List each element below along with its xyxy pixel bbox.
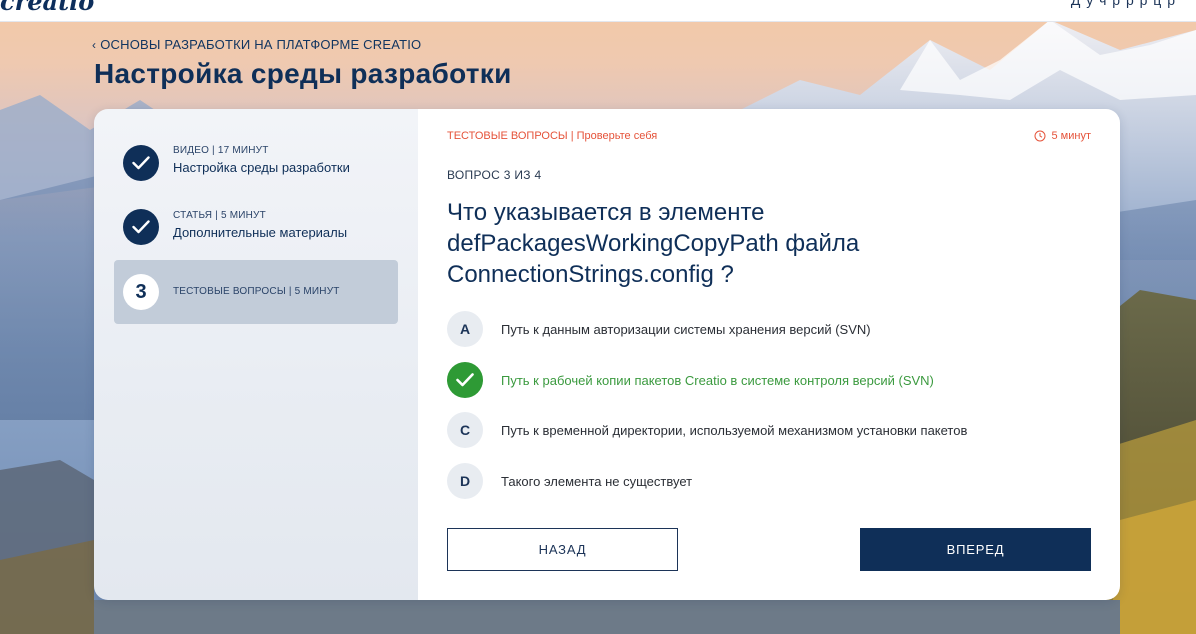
answer-letter: C (447, 412, 483, 448)
sidebar-step-quiz[interactable]: 3 ТЕСТОВЫЕ ВОПРОСЫ | 5 МИНУТ (114, 260, 398, 324)
chevron-left-icon: ‹ (92, 37, 97, 52)
quiz-section-tag: ТЕСТОВЫЕ ВОПРОСЫ (447, 130, 568, 142)
step-complete-badge (123, 145, 159, 181)
top-header: creatio Д у ч р р р ц р (0, 0, 1196, 22)
step-kind: ВИДЕО | 17 МИНУТ (173, 145, 269, 156)
check-icon (132, 156, 150, 170)
quiz-panel: ТЕСТОВЫЕ ВОПРОСЫ | Проверьте себя 5 мину… (418, 109, 1120, 600)
answer-correct-badge (447, 362, 483, 398)
answer-text: Путь к данным авторизации системы хранен… (501, 321, 871, 337)
step-number-badge: 3 (123, 274, 159, 310)
page-title: Настройка среды разработки (94, 58, 512, 89)
check-icon (456, 373, 474, 387)
step-kind: ТЕСТОВЫЕ ВОПРОСЫ | 5 МИНУТ (173, 286, 340, 297)
quiz-section-label: ТЕСТОВЫЕ ВОПРОСЫ | Проверьте себя (447, 130, 657, 142)
step-number: 3 (135, 280, 147, 303)
lesson-sidebar: ВИДЕО | 17 МИНУТ Настройка среды разрабо… (94, 109, 418, 600)
breadcrumb[interactable]: ‹ ОСНОВЫ РАЗРАБОТКИ НА ПЛАТФОРМЕ CREATIO (92, 37, 421, 52)
answer-option-b[interactable]: Путь к рабочей копии пакетов Creatio в с… (447, 362, 1087, 398)
check-icon (132, 220, 150, 234)
separator: | (570, 130, 574, 142)
next-button[interactable]: ВПЕРЕД (860, 528, 1091, 571)
answer-option-a[interactable]: A Путь к данным авторизации системы хран… (447, 311, 1087, 347)
answer-letter: D (447, 463, 483, 499)
sidebar-step-video[interactable]: ВИДЕО | 17 МИНУТ Настройка среды разрабо… (114, 131, 398, 195)
back-button[interactable]: НАЗАД (447, 528, 678, 571)
clock-icon (1034, 130, 1045, 142)
breadcrumb-link[interactable]: ОСНОВЫ РАЗРАБОТКИ НА ПЛАТФОРМЕ CREATIO (100, 37, 421, 52)
step-name: Настройка среды разработки (173, 160, 350, 175)
answer-text: Путь к рабочей копии пакетов Creatio в с… (501, 372, 934, 388)
sidebar-step-article[interactable]: СТАТЬЯ | 5 МИНУТ Дополнительные материал… (114, 195, 398, 259)
step-complete-badge (123, 209, 159, 245)
lesson-card: ВИДЕО | 17 МИНУТ Настройка среды разрабо… (94, 109, 1120, 600)
question-counter: ВОПРОС 3 ИЗ 4 (447, 168, 542, 182)
answer-option-c[interactable]: C Путь к временной директории, используе… (447, 412, 1087, 448)
answer-letter: A (447, 311, 483, 347)
answer-text: Путь к временной директории, используемо… (501, 422, 968, 438)
answer-option-d[interactable]: D Такого элемента не существует (447, 463, 1087, 499)
site-logo[interactable]: creatio (0, 0, 94, 16)
timer-value: 5 минут (1051, 130, 1092, 142)
question-text: Что указывается в элементе defPackagesWo… (447, 199, 860, 288)
quiz-section-hint: Проверьте себя (576, 130, 658, 142)
step-name: Дополнительные материалы (173, 225, 348, 240)
step-kind: СТАТЬЯ | 5 МИНУТ (173, 210, 266, 221)
answer-text: Такого элемента не существует (501, 473, 693, 489)
top-nav[interactable]: Д у ч р р р ц р (1071, 0, 1176, 8)
quiz-timer: 5 минут (1034, 130, 1092, 142)
